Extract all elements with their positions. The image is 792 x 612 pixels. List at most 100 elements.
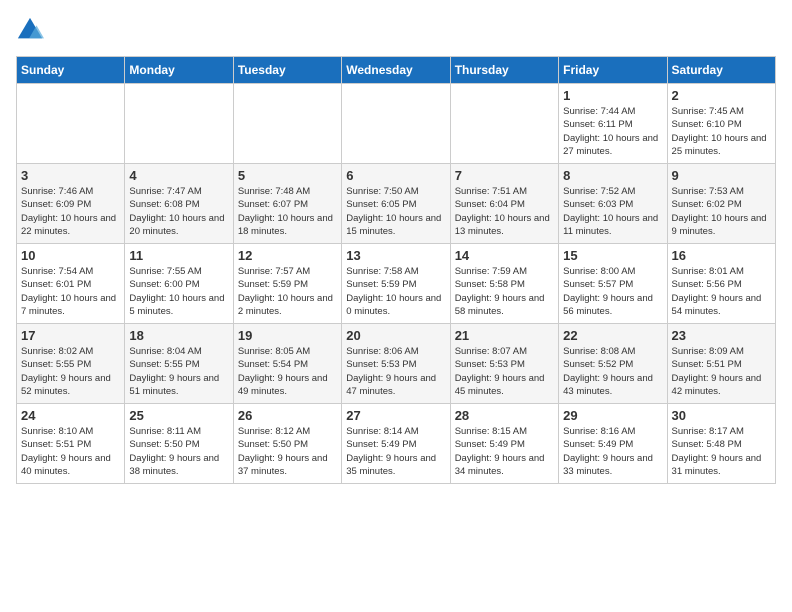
- calendar-cell: 2 Sunrise: 7:45 AM Sunset: 6:10 PM Daylig…: [667, 84, 775, 164]
- calendar-week-row: 24Sunrise: 8:10 AM Sunset: 5:51 PM Dayli…: [17, 404, 776, 484]
- day-info: Sunrise: 7:51 AM Sunset: 6:04 PM Dayligh…: [455, 185, 554, 238]
- logo: [16, 16, 48, 44]
- calendar-cell: 29 Sunrise: 8:16 AM Sunset: 5:49 PM Dayli…: [559, 404, 667, 484]
- calendar-cell: 27 Sunrise: 8:14 AM Sunset: 5:49 PM Dayli…: [342, 404, 450, 484]
- day-info: Sunrise: 8:17 AM Sunset: 5:48 PM Dayligh…: [672, 425, 771, 478]
- calendar-cell: 9 Sunrise: 7:53 AM Sunset: 6:02 PM Daylig…: [667, 164, 775, 244]
- day-info: Sunrise: 8:00 AM Sunset: 5:57 PM Dayligh…: [563, 265, 662, 318]
- calendar-cell: 23 Sunrise: 8:09 AM Sunset: 5:51 PM Dayli…: [667, 324, 775, 404]
- calendar-cell: 3 Sunrise: 7:46 AM Sunset: 6:09 PM Daylig…: [17, 164, 125, 244]
- day-number: 29: [563, 408, 662, 423]
- day-info: Sunrise: 8:02 AM Sunset: 5:55 PM Dayligh…: [21, 345, 120, 398]
- day-info: Sunrise: 7:53 AM Sunset: 6:02 PM Dayligh…: [672, 185, 771, 238]
- day-number: 28: [455, 408, 554, 423]
- calendar-cell: [125, 84, 233, 164]
- day-info: Sunrise: 7:47 AM Sunset: 6:08 PM Dayligh…: [129, 185, 228, 238]
- day-number: 27: [346, 408, 445, 423]
- calendar-week-row: 1 Sunrise: 7:44 AM Sunset: 6:11 PM Daylig…: [17, 84, 776, 164]
- day-info: Sunrise: 8:15 AM Sunset: 5:49 PM Dayligh…: [455, 425, 554, 478]
- calendar-cell: 8 Sunrise: 7:52 AM Sunset: 6:03 PM Daylig…: [559, 164, 667, 244]
- day-number: 5: [238, 168, 337, 183]
- calendar-cell: 24Sunrise: 8:10 AM Sunset: 5:51 PM Dayli…: [17, 404, 125, 484]
- day-number: 8: [563, 168, 662, 183]
- day-number: 2: [672, 88, 771, 103]
- day-number: 3: [21, 168, 120, 183]
- weekday-header: Monday: [125, 57, 233, 84]
- day-number: 9: [672, 168, 771, 183]
- day-number: 1: [563, 88, 662, 103]
- calendar-cell: 1 Sunrise: 7:44 AM Sunset: 6:11 PM Daylig…: [559, 84, 667, 164]
- calendar-cell: [17, 84, 125, 164]
- day-number: 17: [21, 328, 120, 343]
- calendar-week-row: 17 Sunrise: 8:02 AM Sunset: 5:55 PM Dayli…: [17, 324, 776, 404]
- day-info: Sunrise: 8:12 AM Sunset: 5:50 PM Dayligh…: [238, 425, 337, 478]
- day-number: 26: [238, 408, 337, 423]
- logo-icon: [16, 16, 44, 44]
- day-info: Sunrise: 7:45 AM Sunset: 6:10 PM Dayligh…: [672, 105, 771, 158]
- day-number: 24: [21, 408, 120, 423]
- day-number: 10: [21, 248, 120, 263]
- day-number: 15: [563, 248, 662, 263]
- day-number: 30: [672, 408, 771, 423]
- calendar-cell: 6 Sunrise: 7:50 AM Sunset: 6:05 PM Daylig…: [342, 164, 450, 244]
- calendar-cell: 13 Sunrise: 7:58 AM Sunset: 5:59 PM Dayli…: [342, 244, 450, 324]
- calendar-cell: 11 Sunrise: 7:55 AM Sunset: 6:00 PM Dayli…: [125, 244, 233, 324]
- calendar-cell: 18 Sunrise: 8:04 AM Sunset: 5:55 PM Dayli…: [125, 324, 233, 404]
- day-info: Sunrise: 7:52 AM Sunset: 6:03 PM Dayligh…: [563, 185, 662, 238]
- weekday-header: Wednesday: [342, 57, 450, 84]
- day-number: 13: [346, 248, 445, 263]
- day-info: Sunrise: 8:04 AM Sunset: 5:55 PM Dayligh…: [129, 345, 228, 398]
- day-info: Sunrise: 7:57 AM Sunset: 5:59 PM Dayligh…: [238, 265, 337, 318]
- day-info: Sunrise: 7:46 AM Sunset: 6:09 PM Dayligh…: [21, 185, 120, 238]
- calendar-cell: 7Sunrise: 7:51 AM Sunset: 6:04 PM Daylig…: [450, 164, 558, 244]
- calendar-cell: 19Sunrise: 8:05 AM Sunset: 5:54 PM Dayli…: [233, 324, 341, 404]
- day-info: Sunrise: 7:58 AM Sunset: 5:59 PM Dayligh…: [346, 265, 445, 318]
- day-number: 22: [563, 328, 662, 343]
- day-info: Sunrise: 8:06 AM Sunset: 5:53 PM Dayligh…: [346, 345, 445, 398]
- day-number: 6: [346, 168, 445, 183]
- day-info: Sunrise: 8:07 AM Sunset: 5:53 PM Dayligh…: [455, 345, 554, 398]
- calendar-cell: 10Sunrise: 7:54 AM Sunset: 6:01 PM Dayli…: [17, 244, 125, 324]
- day-info: Sunrise: 7:55 AM Sunset: 6:00 PM Dayligh…: [129, 265, 228, 318]
- day-number: 19: [238, 328, 337, 343]
- calendar-cell: 25 Sunrise: 8:11 AM Sunset: 5:50 PM Dayli…: [125, 404, 233, 484]
- day-info: Sunrise: 7:44 AM Sunset: 6:11 PM Dayligh…: [563, 105, 662, 158]
- day-number: 16: [672, 248, 771, 263]
- calendar-cell: 22 Sunrise: 8:08 AM Sunset: 5:52 PM Dayli…: [559, 324, 667, 404]
- calendar-cell: 16 Sunrise: 8:01 AM Sunset: 5:56 PM Dayli…: [667, 244, 775, 324]
- day-info: Sunrise: 8:01 AM Sunset: 5:56 PM Dayligh…: [672, 265, 771, 318]
- day-number: 23: [672, 328, 771, 343]
- calendar-cell: 12Sunrise: 7:57 AM Sunset: 5:59 PM Dayli…: [233, 244, 341, 324]
- day-number: 20: [346, 328, 445, 343]
- calendar-cell: 26 Sunrise: 8:12 AM Sunset: 5:50 PM Dayli…: [233, 404, 341, 484]
- day-info: Sunrise: 8:08 AM Sunset: 5:52 PM Dayligh…: [563, 345, 662, 398]
- calendar-cell: 17 Sunrise: 8:02 AM Sunset: 5:55 PM Dayli…: [17, 324, 125, 404]
- day-info: Sunrise: 7:59 AM Sunset: 5:58 PM Dayligh…: [455, 265, 554, 318]
- day-info: Sunrise: 8:11 AM Sunset: 5:50 PM Dayligh…: [129, 425, 228, 478]
- weekday-header-row: SundayMondayTuesdayWednesdayThursdayFrid…: [17, 57, 776, 84]
- weekday-header: Sunday: [17, 57, 125, 84]
- calendar-table: SundayMondayTuesdayWednesdayThursdayFrid…: [16, 56, 776, 484]
- weekday-header: Tuesday: [233, 57, 341, 84]
- calendar-week-row: 3 Sunrise: 7:46 AM Sunset: 6:09 PM Daylig…: [17, 164, 776, 244]
- day-number: 25: [129, 408, 228, 423]
- calendar-week-row: 10Sunrise: 7:54 AM Sunset: 6:01 PM Dayli…: [17, 244, 776, 324]
- day-number: 4: [129, 168, 228, 183]
- day-info: Sunrise: 8:16 AM Sunset: 5:49 PM Dayligh…: [563, 425, 662, 478]
- weekday-header: Friday: [559, 57, 667, 84]
- calendar-cell: 21Sunrise: 8:07 AM Sunset: 5:53 PM Dayli…: [450, 324, 558, 404]
- day-number: 11: [129, 248, 228, 263]
- day-info: Sunrise: 8:09 AM Sunset: 5:51 PM Dayligh…: [672, 345, 771, 398]
- calendar-cell: 20 Sunrise: 8:06 AM Sunset: 5:53 PM Dayli…: [342, 324, 450, 404]
- calendar-cell: [233, 84, 341, 164]
- page-header: [16, 16, 776, 44]
- weekday-header: Saturday: [667, 57, 775, 84]
- calendar-cell: 30 Sunrise: 8:17 AM Sunset: 5:48 PM Dayli…: [667, 404, 775, 484]
- calendar-cell: 5Sunrise: 7:48 AM Sunset: 6:07 PM Daylig…: [233, 164, 341, 244]
- day-info: Sunrise: 8:14 AM Sunset: 5:49 PM Dayligh…: [346, 425, 445, 478]
- calendar-cell: 28 Sunrise: 8:15 AM Sunset: 5:49 PM Dayli…: [450, 404, 558, 484]
- calendar-cell: [342, 84, 450, 164]
- day-info: Sunrise: 7:50 AM Sunset: 6:05 PM Dayligh…: [346, 185, 445, 238]
- day-number: 14: [455, 248, 554, 263]
- day-number: 18: [129, 328, 228, 343]
